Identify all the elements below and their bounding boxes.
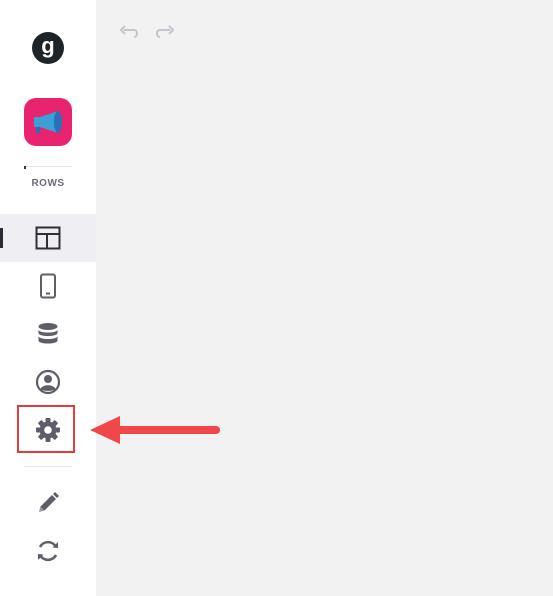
divider (24, 466, 72, 467)
active-indicator (0, 228, 3, 248)
nav-mobile[interactable] (0, 262, 96, 310)
glide-logo[interactable]: g (32, 32, 64, 64)
annotation-arrow (90, 416, 220, 444)
layout-icon (35, 226, 61, 250)
mobile-icon (40, 273, 56, 299)
divider-mark (24, 166, 26, 169)
undo-icon (120, 25, 138, 38)
nav-sync[interactable] (0, 527, 96, 575)
undo-button[interactable] (120, 24, 138, 40)
nav-users[interactable] (0, 358, 96, 406)
settings-highlight-box (17, 405, 75, 453)
user-circle-icon (35, 369, 61, 395)
sidebar: g ROWS (0, 0, 96, 596)
pencil-icon (39, 492, 59, 512)
divider (24, 166, 72, 167)
redo-button[interactable] (156, 24, 174, 40)
megaphone-icon (34, 111, 62, 133)
nav-data[interactable] (0, 310, 96, 358)
database-icon (38, 323, 58, 344)
sync-icon (38, 540, 58, 562)
section-label: ROWS (31, 178, 65, 189)
nav-layout[interactable] (0, 214, 96, 262)
redo-icon (156, 25, 174, 38)
app-icon[interactable] (24, 98, 72, 146)
nav-edit[interactable] (0, 479, 96, 527)
